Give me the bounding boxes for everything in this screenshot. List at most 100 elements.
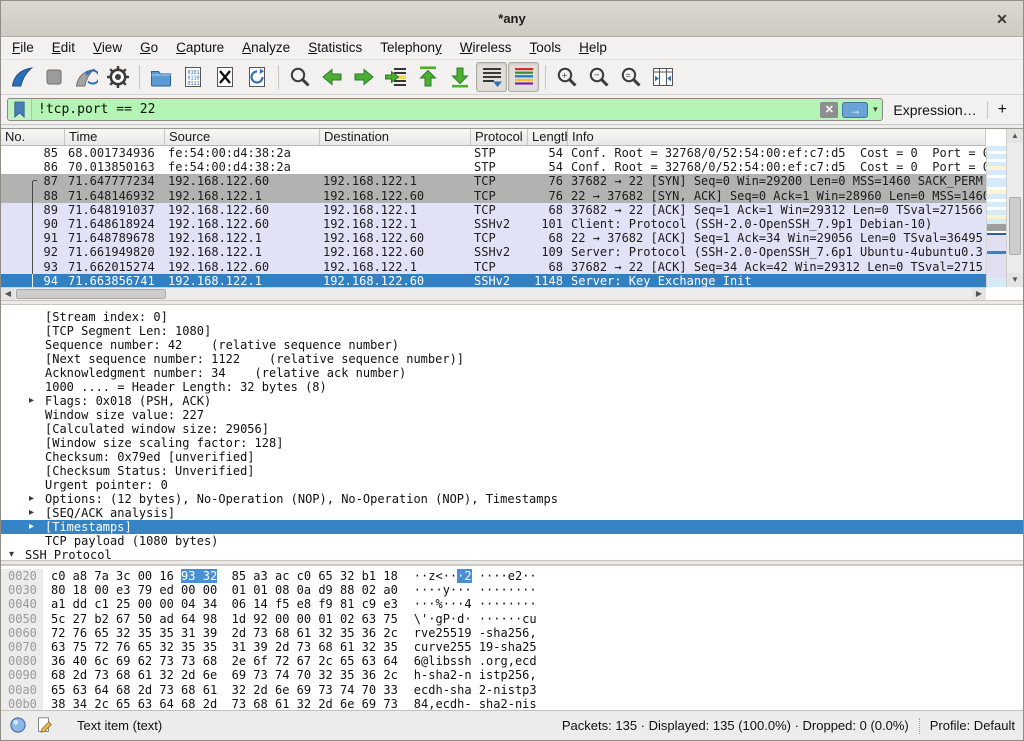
- add-filter-button[interactable]: +: [988, 101, 1017, 119]
- packet-row[interactable]: 8971.648191037192.168.122.60192.168.122.…: [1, 203, 986, 217]
- packet-row[interactable]: 9371.662015274192.168.122.60192.168.122.…: [1, 260, 986, 274]
- detail-line[interactable]: Sequence number: 42 (relative sequence n…: [1, 338, 1023, 352]
- detail-line[interactable]: Urgent pointer: 0: [1, 478, 1023, 492]
- profile-text[interactable]: Profile: Default: [930, 718, 1015, 733]
- menu-tools[interactable]: Tools: [521, 37, 571, 59]
- detail-line[interactable]: Checksum: 0x79ed [unverified]: [1, 450, 1023, 464]
- go-to-bottom-button[interactable]: [444, 62, 475, 92]
- hex-row[interactable]: 008036 40 6c 69 62 73 73 68 2e 6f 72 67 …: [1, 654, 1023, 668]
- menu-telephony[interactable]: Telephony: [371, 37, 451, 59]
- detail-line[interactable]: [TCP Segment Len: 1080]: [1, 324, 1023, 338]
- packet-row[interactable]: 8670.013850163fe:54:00:d4:38:2aSTP54Conf…: [1, 160, 986, 174]
- column-header-protocol[interactable]: Protocol: [471, 129, 528, 145]
- menu-wireless[interactable]: Wireless: [451, 37, 521, 59]
- detail-line[interactable]: TCP payload (1080 bytes): [1, 534, 1023, 548]
- go-to-packet-button[interactable]: [380, 62, 411, 92]
- menu-capture[interactable]: Capture: [167, 37, 233, 59]
- capture-comment-icon[interactable]: [36, 716, 56, 736]
- zoom-normal-button[interactable]: =: [615, 62, 646, 92]
- hex-row[interactable]: 007063 75 72 76 65 32 35 35 31 39 2d 73 …: [1, 640, 1023, 654]
- hex-row[interactable]: 0040a1 dd c1 25 00 00 04 34 06 14 f5 e8 …: [1, 597, 1023, 611]
- close-file-button[interactable]: [209, 62, 240, 92]
- start-capture-button[interactable]: [6, 62, 37, 92]
- packet-list-hscrollbar[interactable]: ◀ ▶: [1, 287, 986, 300]
- packet-row[interactable]: 9071.648618924192.168.122.60192.168.122.…: [1, 217, 986, 231]
- menu-analyze[interactable]: Analyze: [233, 37, 299, 59]
- go-back-button[interactable]: [316, 62, 347, 92]
- menu-statistics[interactable]: Statistics: [299, 37, 371, 59]
- expert-info-icon[interactable]: [9, 716, 29, 736]
- detail-line[interactable]: Window size value: 227: [1, 408, 1023, 422]
- detail-line[interactable]: [Checksum Status: Unverified]: [1, 464, 1023, 478]
- expand-arrow-icon[interactable]: ▸: [29, 506, 45, 520]
- stop-capture-button[interactable]: [38, 62, 69, 92]
- restart-capture-button[interactable]: [70, 62, 101, 92]
- reload-file-button[interactable]: [241, 62, 272, 92]
- column-header-info[interactable]: Info: [568, 129, 986, 145]
- scroll-down-icon[interactable]: ▼: [1007, 273, 1023, 287]
- detail-line[interactable]: ▾SSH Protocol: [1, 548, 1023, 560]
- packet-row[interactable]: 9471.663856741192.168.122.1192.168.122.6…: [1, 274, 986, 288]
- find-packet-button[interactable]: [284, 62, 315, 92]
- column-header-length[interactable]: Length: [528, 129, 568, 145]
- capture-options-button[interactable]: [102, 62, 133, 92]
- scroll-left-icon[interactable]: ◀: [1, 288, 15, 300]
- resize-columns-button[interactable]: [647, 62, 678, 92]
- display-filter-input[interactable]: !tcp.port == 22 ✕ → ▾: [7, 98, 883, 121]
- go-forward-button[interactable]: [348, 62, 379, 92]
- vscroll-thumb[interactable]: [1009, 197, 1021, 255]
- detail-line[interactable]: ▸[SEQ/ACK analysis]: [1, 506, 1023, 520]
- detail-line[interactable]: [Stream index: 0]: [1, 310, 1023, 324]
- filter-apply-icon[interactable]: →: [842, 102, 868, 118]
- detail-line[interactable]: [Next sequence number: 1122 (relative se…: [1, 352, 1023, 366]
- menu-view[interactable]: View: [84, 37, 131, 59]
- menu-help[interactable]: Help: [570, 37, 616, 59]
- hex-row[interactable]: 00a065 63 64 68 2d 73 68 61 32 2d 6e 69 …: [1, 683, 1023, 697]
- scroll-right-icon[interactable]: ▶: [972, 288, 986, 300]
- detail-line[interactable]: ▸Options: (12 bytes), No-Operation (NOP)…: [1, 492, 1023, 506]
- menu-file[interactable]: File: [3, 37, 43, 59]
- scroll-up-icon[interactable]: ▲: [1007, 129, 1023, 143]
- packet-row[interactable]: 8871.648146932192.168.122.1192.168.122.6…: [1, 189, 986, 203]
- go-to-top-button[interactable]: [412, 62, 443, 92]
- filter-text[interactable]: !tcp.port == 22: [32, 102, 820, 117]
- title-bar[interactable]: *any ✕: [1, 1, 1023, 37]
- packet-row[interactable]: 9171.648789678192.168.122.1192.168.122.6…: [1, 231, 986, 245]
- column-header-source[interactable]: Source: [165, 129, 320, 145]
- detail-line[interactable]: [Calculated window size: 29056]: [1, 422, 1023, 436]
- auto-scroll-button[interactable]: [476, 62, 507, 92]
- detail-line[interactable]: ▸Flags: 0x018 (PSH, ACK): [1, 394, 1023, 408]
- packet-row[interactable]: 9271.661949820192.168.122.1192.168.122.6…: [1, 245, 986, 259]
- zoom-in-button[interactable]: +: [551, 62, 582, 92]
- collapse-arrow-icon[interactable]: ▾: [9, 548, 25, 560]
- colorize-button[interactable]: [508, 62, 539, 92]
- expand-arrow-icon[interactable]: ▸: [29, 492, 45, 506]
- expand-arrow-icon[interactable]: ▸: [29, 520, 45, 534]
- detail-line[interactable]: ▸[Timestamps]: [1, 520, 1023, 534]
- hex-row[interactable]: 00505c 27 b2 67 50 ad 64 98 1d 92 00 00 …: [1, 612, 1023, 626]
- close-icon[interactable]: ✕: [993, 10, 1011, 28]
- column-header-destination[interactable]: Destination: [320, 129, 471, 145]
- packet-list-vscrollbar[interactable]: ▲ ▼: [1006, 129, 1023, 287]
- hscroll-thumb[interactable]: [16, 289, 166, 299]
- expression-button[interactable]: Expression…: [883, 102, 986, 118]
- open-file-button[interactable]: [145, 62, 176, 92]
- detail-line[interactable]: Acknowledgment number: 34 (relative ack …: [1, 366, 1023, 380]
- hex-row[interactable]: 006072 76 65 32 35 35 31 39 2d 73 68 61 …: [1, 626, 1023, 640]
- packet-minimap[interactable]: [986, 146, 1006, 287]
- hex-row[interactable]: 0020c0 a8 7a 3c 00 16 93 32 85 a3 ac c0 …: [1, 569, 1023, 583]
- detail-line[interactable]: [Window size scaling factor: 128]: [1, 436, 1023, 450]
- detail-line[interactable]: 1000 .... = Header Length: 32 bytes (8): [1, 380, 1023, 394]
- packet-row[interactable]: 8771.647777234192.168.122.60192.168.122.…: [1, 174, 986, 188]
- packet-row[interactable]: 8568.001734936fe:54:00:d4:38:2aSTP54Conf…: [1, 146, 986, 160]
- menu-edit[interactable]: Edit: [43, 37, 84, 59]
- hex-row[interactable]: 003080 18 00 e3 79 ed 00 00 01 01 08 0a …: [1, 583, 1023, 597]
- expand-arrow-icon[interactable]: ▸: [29, 394, 45, 408]
- filter-clear-icon[interactable]: ✕: [820, 102, 838, 118]
- hex-row[interactable]: 009068 2d 73 68 61 32 2d 6e 69 73 74 70 …: [1, 668, 1023, 682]
- column-header-no[interactable]: No.: [1, 129, 65, 145]
- filter-dropdown-icon[interactable]: ▾: [868, 104, 882, 115]
- hex-row[interactable]: 00b038 34 2c 65 63 64 68 2d 73 68 61 32 …: [1, 697, 1023, 711]
- zoom-out-button[interactable]: −: [583, 62, 614, 92]
- save-file-button[interactable]: 010101100111: [177, 62, 208, 92]
